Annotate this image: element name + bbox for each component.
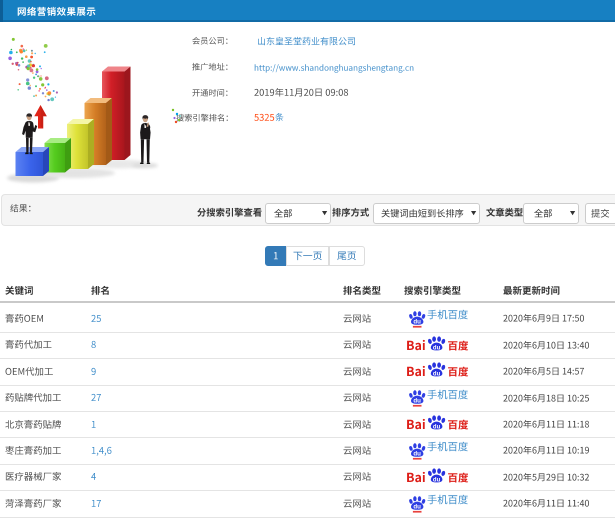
svg-text:du: du	[413, 450, 421, 457]
svg-text:du: du	[413, 398, 421, 405]
svg-text:du: du	[413, 503, 421, 510]
svg-text:du: du	[433, 477, 441, 483]
svg-text:du: du	[413, 318, 421, 325]
svg-text:du: du	[433, 345, 441, 351]
svg-text:du: du	[433, 424, 441, 430]
svg-text:du: du	[433, 372, 441, 378]
